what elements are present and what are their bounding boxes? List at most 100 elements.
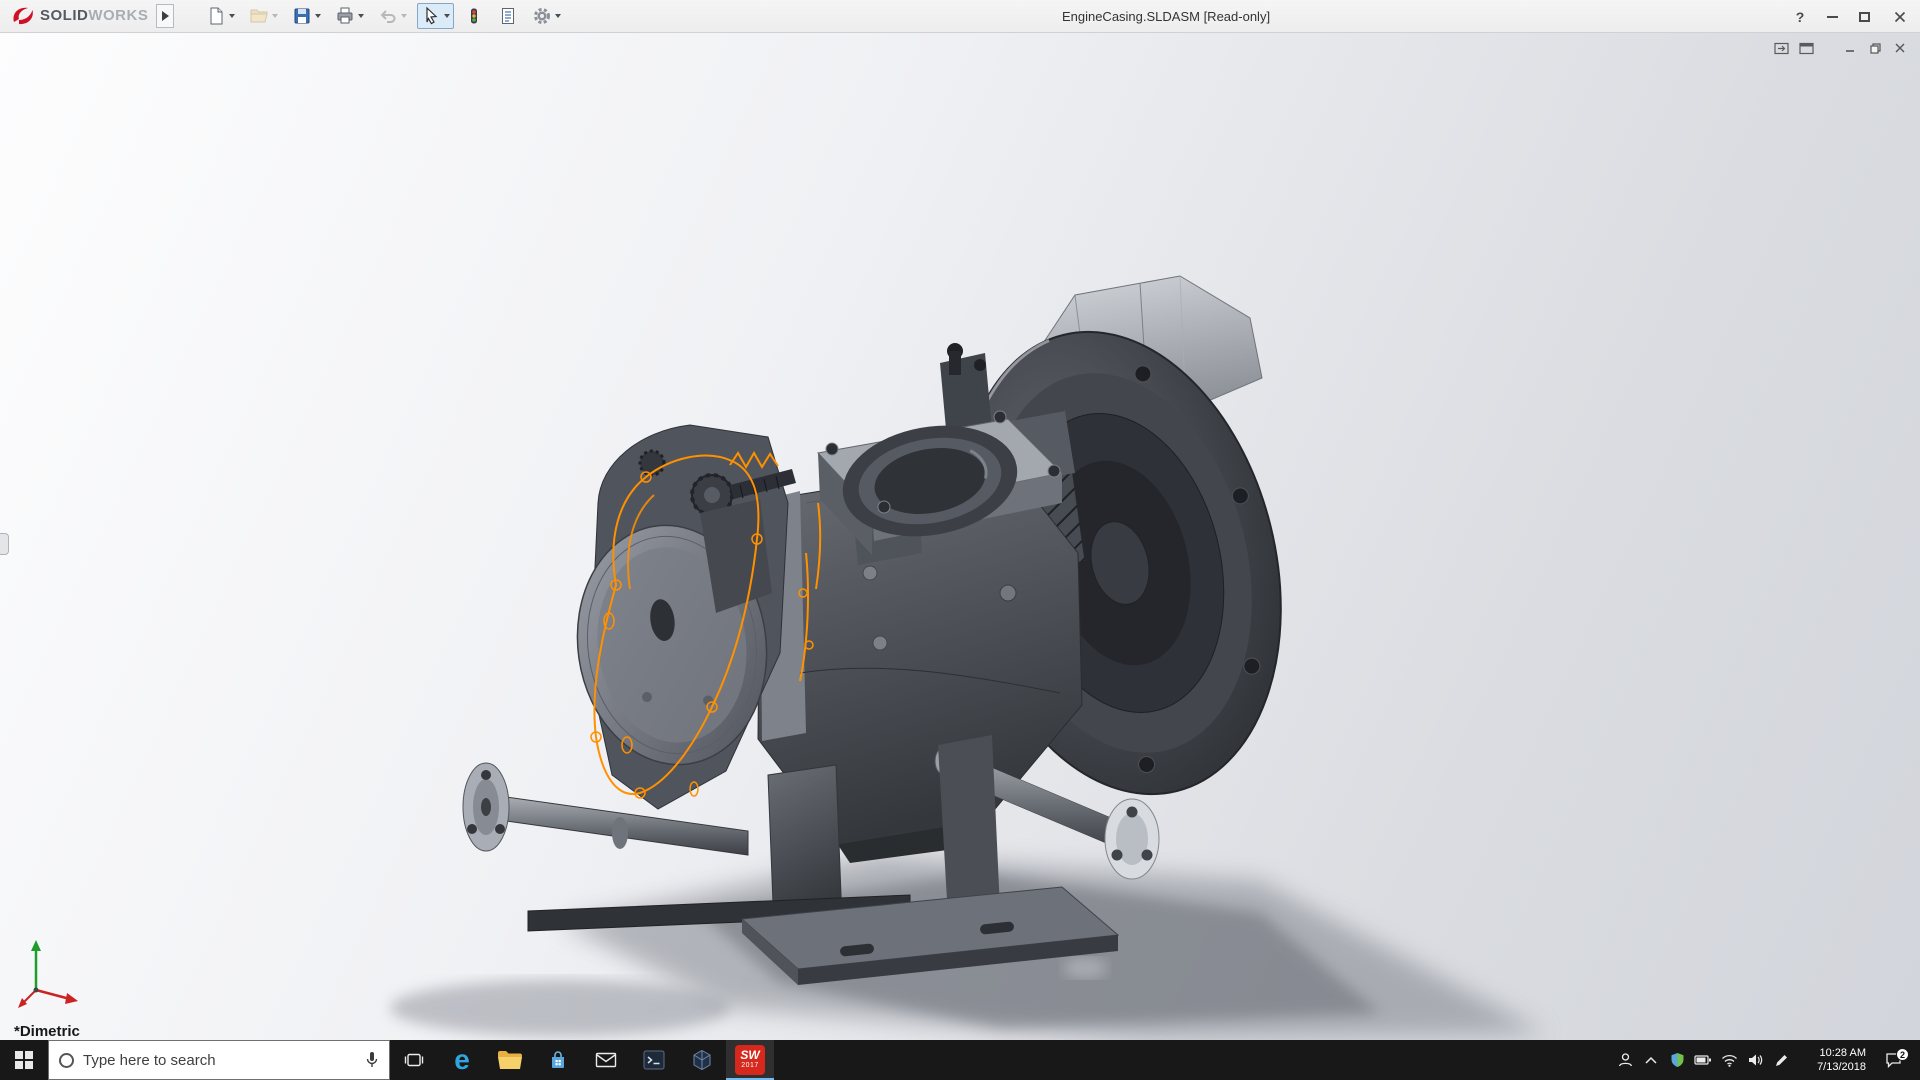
app-titlebar: SOLIDWORKS EngineCasing.SLDASM [Read-onl… <box>0 0 1920 33</box>
task-view-icon <box>404 1053 424 1067</box>
people-icon <box>1618 1053 1632 1067</box>
terminal-icon <box>643 1050 665 1070</box>
float-window-icon <box>1798 42 1814 54</box>
doc-minimize-button[interactable] <box>1840 39 1860 57</box>
dropdown-arrow-icon[interactable] <box>272 14 279 18</box>
new-document-button[interactable] <box>202 3 239 29</box>
gear-icon <box>534 8 551 24</box>
dropdown-arrow-icon[interactable] <box>229 14 236 18</box>
search-input[interactable] <box>83 1051 356 1069</box>
start-button[interactable] <box>0 1040 48 1080</box>
save-button[interactable] <box>288 3 325 29</box>
dock-window-icon <box>1773 42 1789 54</box>
select-cursor-icon <box>426 6 438 25</box>
edge-button[interactable]: e <box>438 1040 486 1080</box>
new-document-icon <box>210 7 223 25</box>
graphics-area[interactable] <box>0 33 1920 1040</box>
cube-app-icon <box>693 1049 711 1071</box>
taskbar-clock[interactable]: 10:28 AM 7/13/2018 <box>1794 1040 1872 1080</box>
solidworks-logo-icon <box>13 7 33 25</box>
left-cover-assembly[interactable] <box>562 424 796 810</box>
rebuild-button[interactable] <box>460 3 488 29</box>
minimize-button[interactable] <box>1816 0 1848 33</box>
view-orientation-label: *Dimetric <box>14 1023 80 1040</box>
solidworks-taskbar-button[interactable]: SW 2017 <box>726 1040 774 1080</box>
dropdown-arrow-icon[interactable] <box>555 14 562 18</box>
dropdown-arrow-icon[interactable] <box>358 14 365 18</box>
document-window-controls <box>1771 39 1910 57</box>
maximize-icon <box>1858 11 1870 22</box>
doc-restore-icon <box>1869 42 1881 54</box>
doc-restore-button[interactable] <box>1865 39 1885 57</box>
close-icon <box>1894 11 1906 22</box>
open-folder-icon <box>250 9 268 23</box>
network-button[interactable] <box>1716 1040 1742 1080</box>
file-properties-icon <box>502 8 515 24</box>
close-button[interactable] <box>1880 0 1920 33</box>
file-properties-button[interactable] <box>494 3 522 29</box>
window-controls: ? <box>1784 0 1920 33</box>
terminal-app-button[interactable] <box>630 1040 678 1080</box>
doc-close-icon <box>1895 43 1905 53</box>
desktop-screen: SOLIDWORKS EngineCasing.SLDASM [Read-onl… <box>0 0 1920 1080</box>
solidworks-logo: SOLIDWORKS <box>0 5 148 27</box>
dropdown-arrow-icon[interactable] <box>315 14 322 18</box>
edge-icon: e <box>454 1044 470 1075</box>
hidden-icons-button[interactable] <box>1638 1040 1664 1080</box>
volume-icon <box>1749 1054 1763 1066</box>
clock-time: 10:28 AM <box>1819 1047 1866 1059</box>
flyout-arrow-icon <box>161 11 169 21</box>
dock-window-button[interactable] <box>1771 39 1791 57</box>
dropdown-arrow-icon[interactable] <box>401 14 408 18</box>
options-button[interactable] <box>528 3 565 29</box>
defender-shield-icon <box>1671 1053 1683 1067</box>
rebuild-traffic-light-icon <box>471 8 478 24</box>
mail-icon <box>595 1052 617 1068</box>
select-tool-button[interactable] <box>417 3 455 29</box>
quick-access-toolbar <box>202 3 565 29</box>
people-button[interactable] <box>1612 1040 1638 1080</box>
engine-casing-model <box>390 275 1545 1040</box>
open-document-button[interactable] <box>245 3 282 29</box>
taskbar: e <box>0 1040 1920 1080</box>
system-tray: 10:28 AM 7/13/2018 2 <box>1612 1040 1920 1080</box>
clock-date: 7/13/2018 <box>1817 1061 1866 1073</box>
save-icon <box>294 8 310 24</box>
undo-icon <box>380 10 396 23</box>
help-button[interactable]: ? <box>1784 0 1816 33</box>
task-view-button[interactable] <box>390 1040 438 1080</box>
dropdown-arrow-icon[interactable] <box>444 14 451 18</box>
file-explorer-button[interactable] <box>486 1040 534 1080</box>
sw-year: 2017 <box>741 1062 759 1069</box>
cube-app-button[interactable] <box>678 1040 726 1080</box>
print-button[interactable] <box>331 3 368 29</box>
orientation-triad <box>18 940 78 1008</box>
solidworks-app-icon: SW 2017 <box>735 1045 765 1075</box>
brand-works: WORKS <box>88 7 149 24</box>
store-button[interactable] <box>534 1040 582 1080</box>
brand-text: SOLIDWORKS <box>40 7 148 25</box>
print-icon <box>337 7 353 24</box>
pen-icon <box>1775 1054 1787 1066</box>
store-icon <box>552 1051 564 1068</box>
undo-button[interactable] <box>374 3 411 29</box>
volume-button[interactable] <box>1742 1040 1768 1080</box>
microphone-icon[interactable] <box>365 1051 379 1069</box>
action-center-button[interactable]: 2 <box>1872 1048 1914 1068</box>
pen-button[interactable] <box>1768 1040 1794 1080</box>
defender-button[interactable] <box>1664 1040 1690 1080</box>
notification-badge: 2 <box>1896 1048 1909 1061</box>
viewport: *Dimetric <box>0 33 1920 1040</box>
sw-label: SW <box>740 1048 760 1062</box>
menu-flyout-button[interactable] <box>156 4 175 28</box>
doc-close-button[interactable] <box>1890 39 1910 57</box>
float-window-button[interactable] <box>1796 39 1816 57</box>
taskbar-search[interactable] <box>48 1040 390 1080</box>
doc-minimize-icon <box>1846 50 1854 52</box>
maximize-button[interactable] <box>1848 0 1880 33</box>
cortana-icon <box>59 1052 74 1068</box>
featuremanager-flyout-handle[interactable] <box>0 533 9 555</box>
battery-button[interactable] <box>1690 1040 1716 1080</box>
mail-button[interactable] <box>582 1040 630 1080</box>
file-explorer-icon <box>498 1051 522 1069</box>
